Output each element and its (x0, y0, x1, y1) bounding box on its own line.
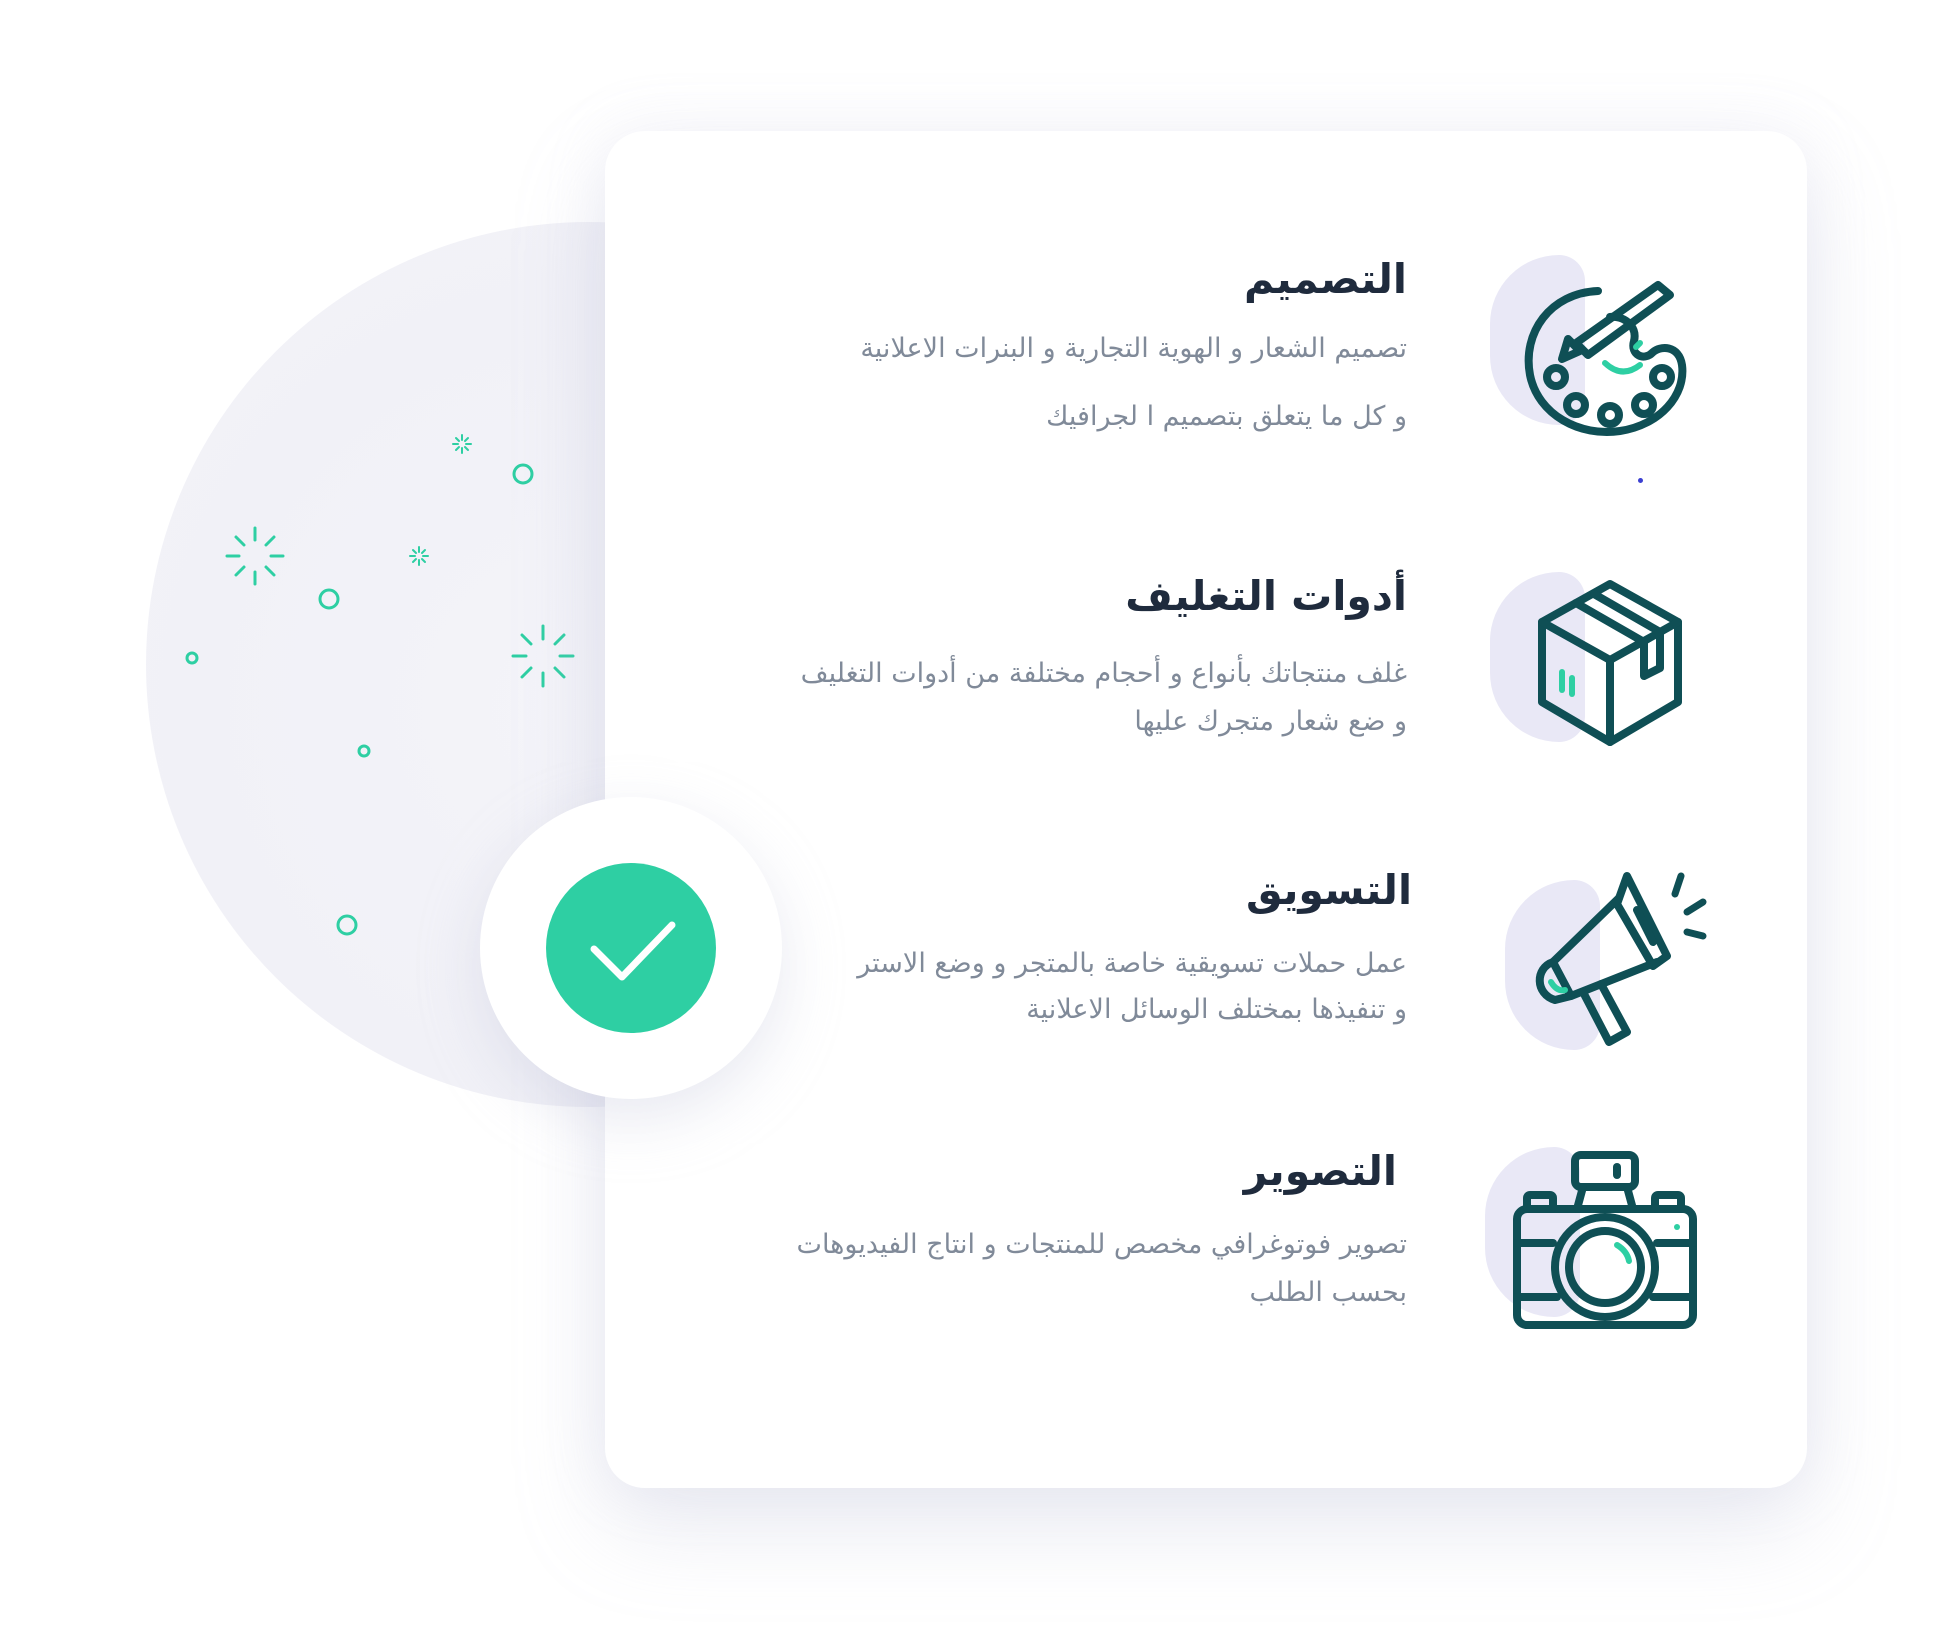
service-description-line-2: و كل ما يتعلق بتصميم ا لجرافيك (1046, 401, 1407, 432)
service-description-line-1: تصوير فوتوغرافي مخصص للمنتجات و انتاج ال… (796, 1229, 1407, 1260)
sparkle-circle-icon (512, 463, 534, 485)
service-description-line-2: و تنفيذها بمختلف الوسائل الاعلانية (1026, 994, 1407, 1025)
sparkle-burst-icon (225, 526, 285, 586)
service-description-line-2: بحسب الطلب (1249, 1277, 1407, 1308)
service-description-line-1: عمل حملات تسويقية خاصة بالمتجر و وضع الا… (857, 948, 1407, 979)
service-icon-wrap (1490, 572, 1710, 772)
service-icon-wrap (1485, 1147, 1705, 1347)
service-description-line-1: تصميم الشعار و الهوية التجارية و البنرات… (860, 333, 1407, 364)
palette-icon (1524, 281, 1687, 436)
sparkle-circle-icon (357, 744, 371, 758)
service-title: التصوير (1243, 1147, 1397, 1195)
accent-dot (1638, 478, 1643, 483)
camera-icon (1513, 1151, 1697, 1329)
megaphone-icon (1535, 872, 1707, 1046)
service-title: أدوات التغليف (1125, 572, 1407, 620)
service-description-line-1: غلف منتجاتك بأنواع و أحجام مختلفة من أدو… (800, 658, 1407, 689)
service-packaging: أدوات التغليف غلف منتجاتك بأنواع و أحجام… (605, 572, 1807, 812)
service-title: التصميم (1244, 255, 1407, 303)
check-badge-circle (546, 863, 716, 1033)
service-title: التسويق (1246, 866, 1412, 914)
sparkle-circle-icon (318, 588, 340, 610)
service-icon-wrap (1490, 255, 1710, 455)
service-marketing: التسويق عمل حملات تسويقية خاصة بالمتجر و… (605, 866, 1807, 1106)
sparkle-burst-icon (511, 624, 575, 688)
package-box-icon (1538, 580, 1682, 746)
sparkle-circle-icon (336, 914, 358, 936)
check-badge (480, 797, 782, 1099)
service-photography: التصوير تصوير فوتوغرافي مخصص للمنتجات و … (605, 1147, 1807, 1387)
service-icon-wrap (1505, 866, 1725, 1066)
sparkle-circle-icon (185, 651, 199, 665)
checkmark-icon (590, 921, 676, 981)
sparkle-burst-icon (452, 434, 472, 454)
service-design: التصميم تصميم الشعار و الهوية التجارية و… (605, 255, 1807, 495)
services-illustration: التصميم تصميم الشعار و الهوية التجارية و… (0, 0, 1947, 1649)
sparkle-burst-icon (409, 546, 429, 566)
service-description-line-2: و ضع شعار متجرك عليها (1134, 706, 1407, 737)
services-card: التصميم تصميم الشعار و الهوية التجارية و… (605, 131, 1807, 1488)
